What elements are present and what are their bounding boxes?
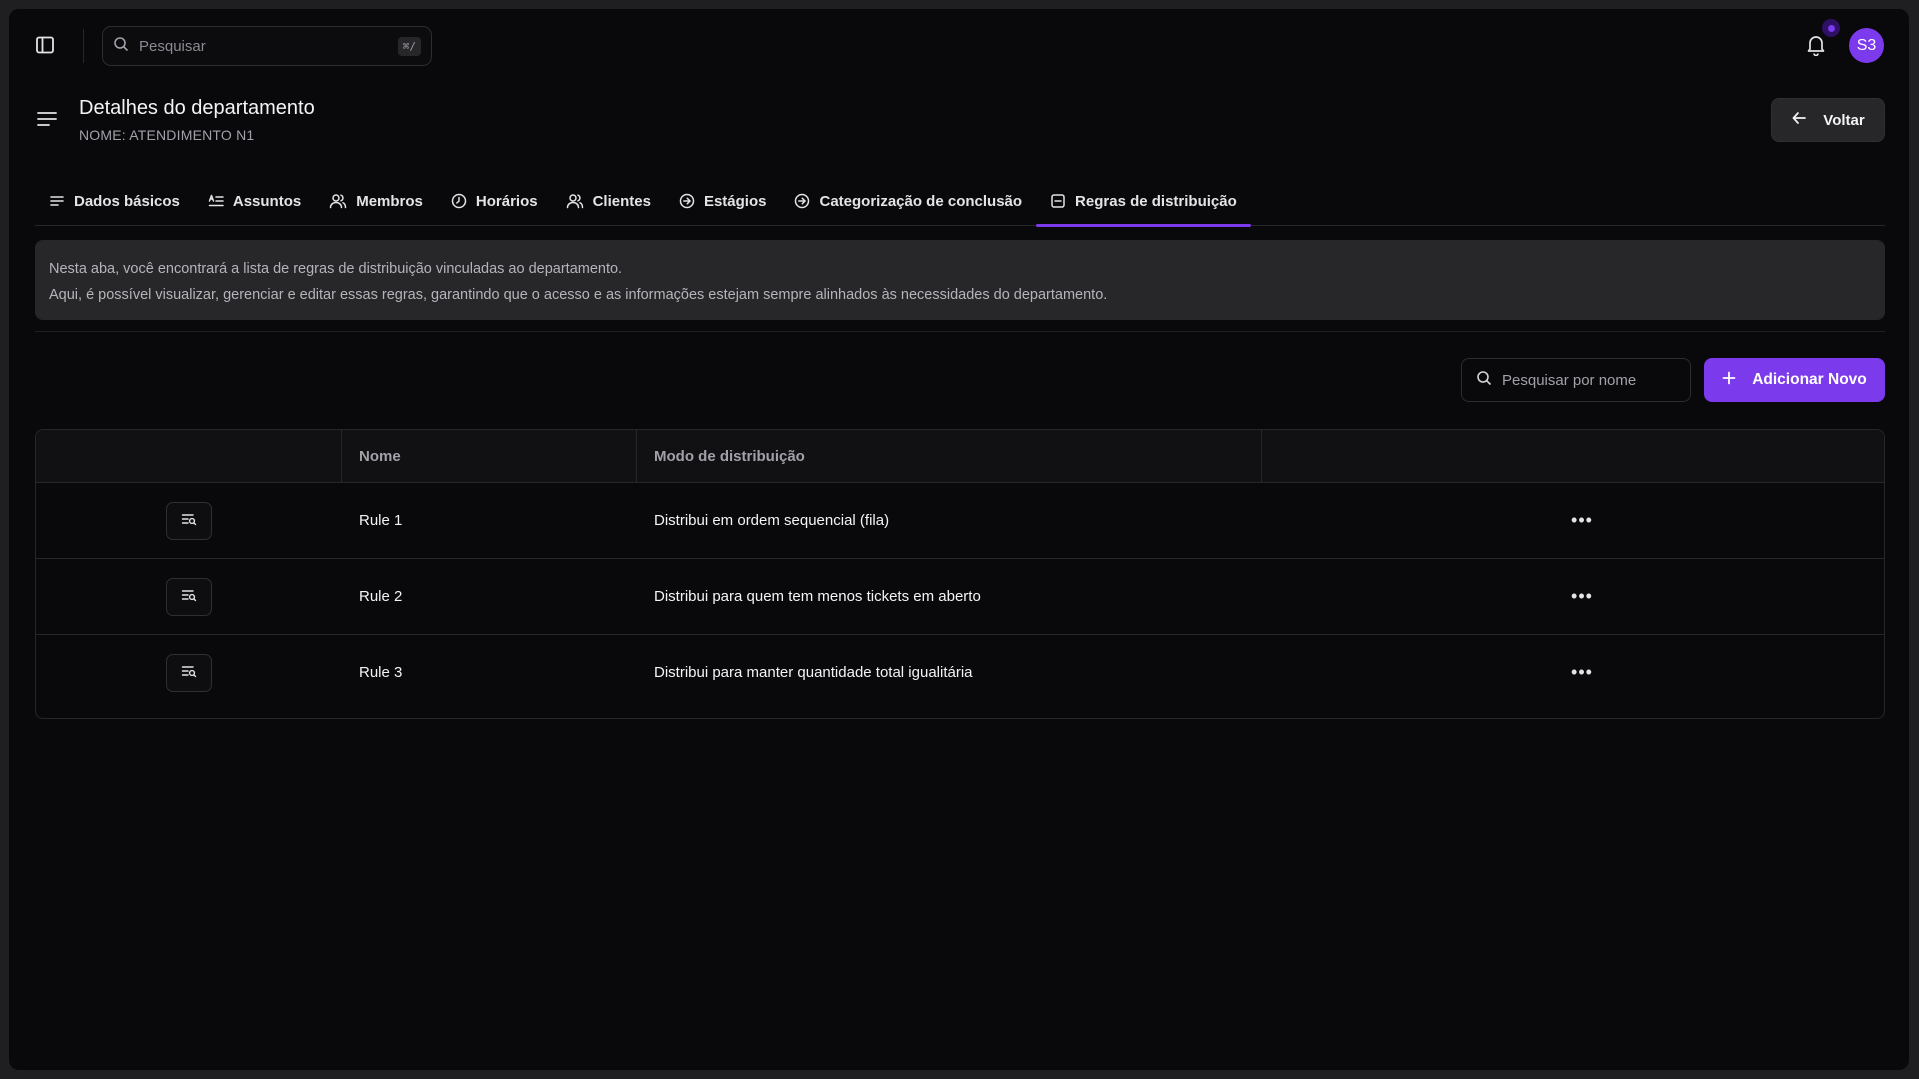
- table-row: Rule 3 Distribui para manter quantidade …: [36, 635, 1884, 710]
- users-icon: [566, 193, 584, 209]
- tab-bar: Dados básicos Assuntos Membros Horários …: [35, 177, 1885, 227]
- tab-label: Clientes: [592, 192, 651, 210]
- view-details-button[interactable]: [166, 653, 212, 692]
- list-search-icon: [181, 588, 197, 606]
- tab-membros[interactable]: Membros: [315, 177, 437, 226]
- row-view-cell: [36, 559, 342, 634]
- more-options-icon[interactable]: •••: [1567, 509, 1597, 533]
- tab-label: Regras de distribuição: [1075, 192, 1237, 210]
- column-header-name[interactable]: Nome: [342, 430, 637, 482]
- tab-label: Membros: [356, 192, 423, 210]
- more-options-icon[interactable]: •••: [1567, 585, 1597, 609]
- search-icon: [1476, 370, 1492, 391]
- tab-dados-basicos[interactable]: Dados básicos: [35, 177, 194, 226]
- name-search[interactable]: [1461, 358, 1701, 402]
- row-view-cell: [36, 483, 342, 558]
- tab-horarios[interactable]: Horários: [437, 177, 552, 226]
- tab-label: Assuntos: [232, 192, 302, 210]
- square-minus-icon: [1050, 193, 1066, 209]
- lines-icon: [49, 194, 65, 208]
- row-mode: Distribui em ordem sequencial (fila): [654, 512, 890, 529]
- plus-icon: [1722, 371, 1736, 390]
- global-search[interactable]: ⌘/: [102, 26, 432, 66]
- view-details-button[interactable]: [166, 501, 212, 540]
- table-row: Rule 2 Distribui para quem tem menos tic…: [36, 559, 1884, 635]
- add-new-label: Adicionar Novo: [1752, 371, 1867, 388]
- menu-icon[interactable]: [36, 110, 58, 128]
- info-box: Nesta aba, você encontrará a lista de re…: [35, 240, 1885, 320]
- row-mode: Distribui para manter quantidade total i…: [654, 664, 973, 681]
- row-options-cell: •••: [1262, 635, 1884, 710]
- app-window: ⌘/ S3 Detalhes do departamento NOME: ATE…: [9, 9, 1909, 1070]
- row-name: Rule 1: [359, 512, 403, 529]
- tab-assuntos[interactable]: Assuntos: [194, 177, 315, 226]
- tab-label: Estágios: [703, 192, 767, 210]
- rules-table: Nome Modo de distribuição Rule 1 Distrib…: [35, 429, 1885, 719]
- clock-icon: [451, 193, 467, 209]
- list-search-icon: [181, 664, 197, 682]
- tab-label: Horários: [475, 192, 538, 210]
- row-mode: Distribui para quem tem menos tickets em…: [654, 588, 981, 605]
- users-icon: [329, 193, 347, 209]
- top-bar: ⌘/ S3: [9, 9, 1909, 83]
- info-line-1: Nesta aba, você encontrará a lista de re…: [49, 261, 623, 277]
- name-search-input[interactable]: [1502, 371, 1701, 389]
- search-shortcut: ⌘/: [397, 36, 421, 56]
- tab-categorizacao-conclusao[interactable]: Categorização de conclusão: [780, 177, 1036, 226]
- row-view-cell: [36, 635, 342, 710]
- add-new-button[interactable]: Adicionar Novo: [1704, 358, 1885, 402]
- tab-label: Categorização de conclusão: [819, 192, 1023, 210]
- back-button-label: Voltar: [1823, 111, 1865, 129]
- more-options-icon[interactable]: •••: [1567, 661, 1597, 685]
- avatar[interactable]: S3: [1849, 28, 1884, 63]
- column-header-mode[interactable]: Modo de distribuição: [637, 430, 1262, 482]
- tab-label: Dados básicos: [74, 192, 180, 210]
- table-row: Rule 1 Distribui em ordem sequencial (fi…: [36, 483, 1884, 559]
- row-options-cell: •••: [1262, 559, 1884, 634]
- column-header-actions: [36, 430, 342, 482]
- text-list-icon: [208, 194, 224, 208]
- topbar-divider: [83, 29, 84, 63]
- arrow-left-icon: [1791, 110, 1807, 130]
- arrow-circle-icon: [679, 193, 695, 209]
- info-line-2: Aqui, é possível visualizar, gerenciar e…: [49, 287, 1108, 303]
- tab-estagios[interactable]: Estágios: [665, 177, 781, 226]
- row-name: Rule 2: [359, 588, 403, 605]
- sidebar-toggle-icon[interactable]: [35, 35, 55, 55]
- row-options-cell: •••: [1262, 483, 1884, 558]
- table-header: Nome Modo de distribuição: [36, 430, 1884, 483]
- page-title: Detalhes do departamento: [79, 97, 315, 119]
- view-details-button[interactable]: [166, 577, 212, 616]
- column-header-options: [1262, 430, 1884, 482]
- notification-dot: [1822, 19, 1840, 37]
- section-divider: [35, 331, 1885, 332]
- search-icon: [113, 36, 129, 57]
- notification-bell-icon[interactable]: [1804, 33, 1828, 57]
- arrow-circle-icon: [794, 193, 810, 209]
- back-button[interactable]: Voltar: [1771, 98, 1885, 142]
- tab-regras-distribuicao[interactable]: Regras de distribuição: [1036, 177, 1251, 227]
- list-search-icon: [181, 512, 197, 530]
- global-search-input[interactable]: [139, 37, 398, 55]
- page-subtitle: NOME: ATENDIMENTO N1: [79, 127, 255, 143]
- tab-clientes[interactable]: Clientes: [552, 177, 665, 226]
- row-name: Rule 3: [359, 664, 403, 681]
